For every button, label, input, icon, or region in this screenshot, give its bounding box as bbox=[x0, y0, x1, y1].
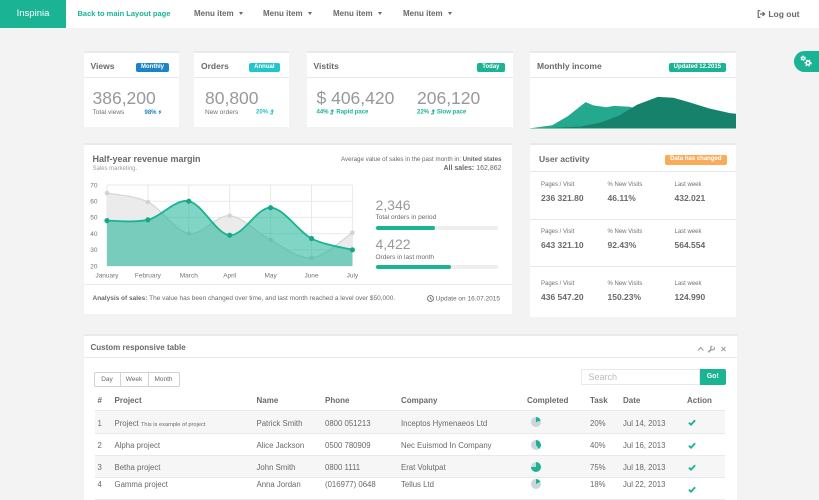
svg-text:April: April bbox=[223, 273, 237, 280]
svg-text:40: 40 bbox=[90, 231, 98, 238]
svg-text:July: July bbox=[346, 273, 358, 280]
svg-text:30: 30 bbox=[90, 247, 98, 254]
svg-text:May: May bbox=[264, 273, 277, 280]
svg-text:February: February bbox=[134, 273, 161, 280]
svg-text:70: 70 bbox=[90, 182, 98, 189]
svg-text:June: June bbox=[304, 273, 318, 280]
svg-text:March: March bbox=[179, 273, 197, 280]
svg-text:50: 50 bbox=[90, 215, 98, 222]
svg-text:January: January bbox=[95, 273, 119, 280]
svg-text:20: 20 bbox=[90, 263, 98, 270]
svg-text:60: 60 bbox=[90, 199, 98, 206]
